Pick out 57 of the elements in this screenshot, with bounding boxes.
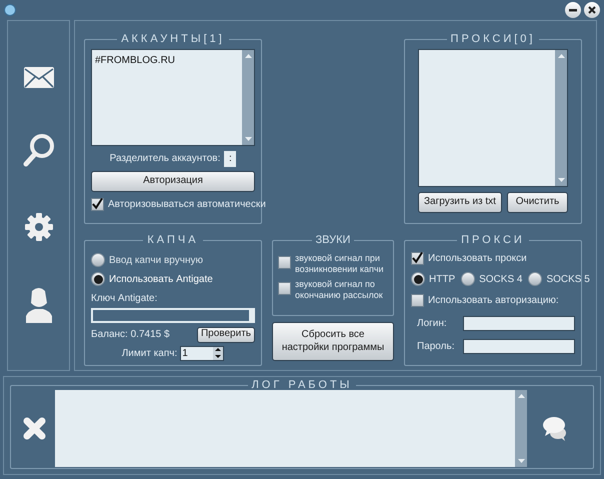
checkbox-label: Использовать прокси <box>428 252 527 266</box>
close-icon[interactable] <box>23 417 46 440</box>
radio-button[interactable] <box>411 272 425 286</box>
radio-label: HTTP <box>429 272 456 286</box>
app-icon <box>4 4 16 16</box>
search-icon[interactable] <box>22 133 54 167</box>
spin-up-icon[interactable] <box>215 348 222 352</box>
checkbox-label: Использовать авторизацию: <box>428 294 559 308</box>
limit-label: Лимит капч: <box>122 346 178 360</box>
group-title: КАПЧА <box>146 233 200 248</box>
minimize-button[interactable] <box>565 2 581 18</box>
group-title: ЛОГ РАБОТЫ <box>250 378 354 393</box>
checkbox[interactable] <box>411 252 424 264</box>
group-title: АККАУНТЫ[1] <box>120 32 226 47</box>
balance-text: Баланс: 0.7415 $ <box>91 328 170 342</box>
separator-label: Разделитель аккаунтов: <box>110 152 220 166</box>
clear-button[interactable]: Очистить <box>507 192 568 212</box>
checkbox[interactable] <box>278 256 291 268</box>
radio-label: Использовать Antigate <box>109 272 213 286</box>
spin-down-icon[interactable] <box>215 354 222 358</box>
close-icon <box>588 6 596 14</box>
radio-label: SOCKS 5 <box>546 272 590 286</box>
limit-spinner[interactable]: 1 <box>180 346 224 360</box>
authorize-button[interactable]: Авторизация <box>91 170 255 192</box>
close-button[interactable] <box>584 2 600 18</box>
checkbox[interactable] <box>91 198 104 210</box>
radio-label: SOCKS 4 <box>479 272 522 286</box>
account-list[interactable]: #FROMBLOG.RU <box>91 48 255 146</box>
gear-icon[interactable] <box>24 212 54 242</box>
check-button[interactable]: Проверить <box>197 326 255 342</box>
radio-button[interactable] <box>461 272 476 286</box>
key-label: Ключ Antigate: <box>91 292 158 306</box>
radio-button[interactable] <box>91 272 105 286</box>
separator-field[interactable]: : <box>224 150 236 166</box>
reset-button[interactable]: Сбросить все настройки программы <box>272 322 394 361</box>
mail-icon[interactable] <box>24 67 54 88</box>
minimize-icon <box>569 8 577 12</box>
field-label: Пароль: <box>417 340 454 354</box>
load-button[interactable]: Загрузить из txt <box>418 192 502 212</box>
key-field[interactable] <box>91 308 255 322</box>
checkbox-label: звуковой сигнал при возникновении капчи <box>295 252 385 274</box>
radio-button[interactable] <box>528 272 542 286</box>
radio-label: Ввод капчи вручную <box>109 254 203 268</box>
checkbox[interactable] <box>411 294 424 306</box>
list-item[interactable]: #FROMBLOG.RU <box>95 52 239 68</box>
checkbox-label: звуковой сигнал по окончанию рассылок <box>295 278 384 300</box>
field-label: Логин: <box>417 316 447 330</box>
group-title: ЗВУКИ <box>314 233 352 248</box>
checkbox-label: Авторизовываться автоматически <box>108 198 266 212</box>
group-title: ПРОКСИ <box>460 233 526 248</box>
user-icon[interactable] <box>24 287 52 323</box>
input-field[interactable] <box>463 316 575 330</box>
checkbox[interactable] <box>278 282 291 294</box>
proxy-list[interactable] <box>418 48 568 186</box>
radio-button[interactable] <box>91 253 105 267</box>
input-field[interactable] <box>463 338 575 354</box>
group-title: ПРОКСИ[0] <box>450 32 536 47</box>
